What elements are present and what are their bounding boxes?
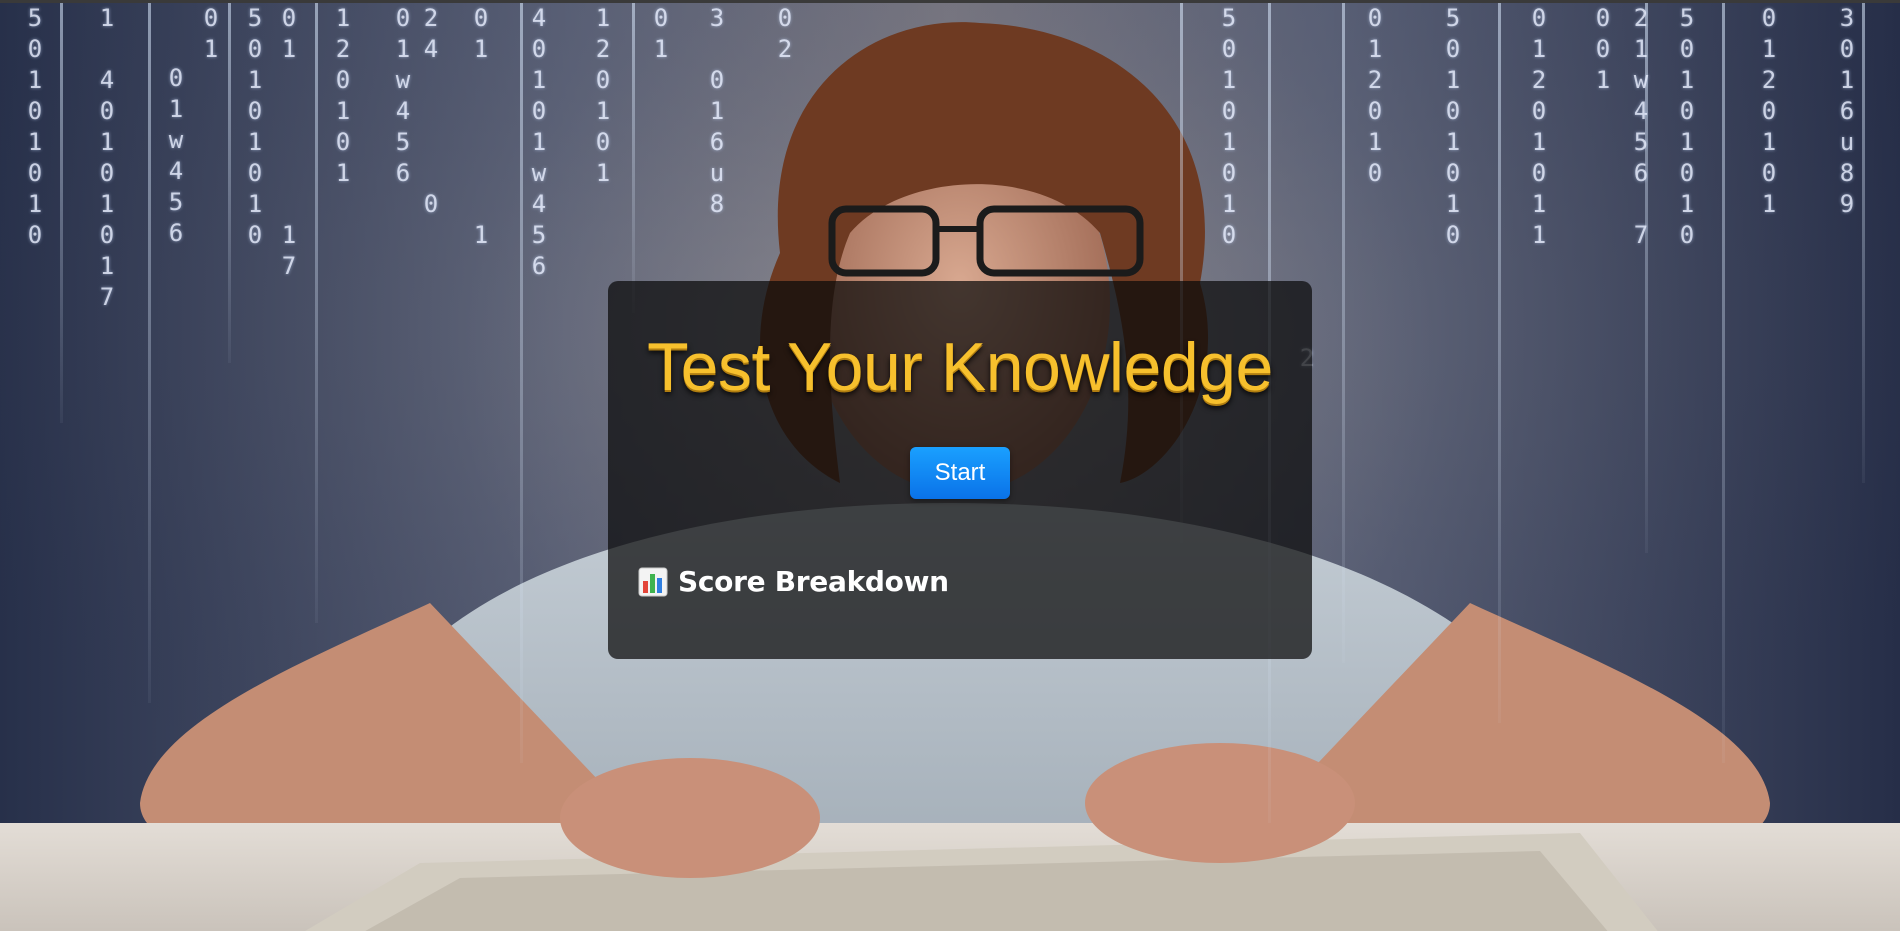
matrix-digits: 1 4 0 1 0 1 0 1 7 xyxy=(99,4,115,311)
matrix-digits: 0 1 2 0 1 0 1 1 xyxy=(1531,4,1547,249)
start-button[interactable]: Start xyxy=(910,447,1010,499)
matrix-digits: 1 2 0 1 0 1 xyxy=(335,4,351,187)
rain-streak xyxy=(520,3,523,763)
matrix-digits: 2 4 0 xyxy=(423,4,439,218)
matrix-digits: 0 0 1 xyxy=(1595,4,1611,94)
page: 5 0 1 0 1 0 1 0 1 4 0 1 0 1 0 1 7 0 1 w … xyxy=(0,0,1900,931)
matrix-digits: 5 0 1 0 1 0 1 0 xyxy=(27,4,43,249)
rain-streak xyxy=(1498,3,1501,723)
matrix-digits: 0 1 2 0 1 0 1 xyxy=(1761,4,1777,218)
matrix-digits: 5 0 1 0 1 0 1 0 xyxy=(1221,4,1237,249)
matrix-digits: 0 1 xyxy=(203,4,219,63)
rain-streak xyxy=(1722,3,1725,763)
rain-streak xyxy=(148,3,151,703)
matrix-digits: 3 0 1 6 u 8 9 xyxy=(1839,4,1855,218)
rain-streak xyxy=(315,3,318,623)
score-breakdown-label: Score Breakdown xyxy=(678,565,949,598)
matrix-digits: 5 0 1 0 1 0 1 0 xyxy=(1679,4,1695,249)
matrix-digits: 2 1 w 4 5 6 7 xyxy=(1633,4,1649,249)
matrix-digits: 0 1 w 4 5 6 xyxy=(395,4,411,187)
matrix-digits: 5 0 1 0 1 0 1 0 xyxy=(247,4,263,249)
matrix-digits: 0 1 2 0 1 0 xyxy=(1367,4,1383,187)
page-title: Test Your Knowledge xyxy=(647,329,1273,405)
matrix-digits: 0 1 1 7 xyxy=(281,4,297,280)
matrix-digits: 0 2 xyxy=(777,4,793,63)
matrix-digits: 0 1 1 xyxy=(473,4,489,249)
matrix-digits: 0 1 w 4 5 6 xyxy=(168,64,184,247)
matrix-digits: 5 0 1 0 1 0 1 0 xyxy=(1445,4,1461,249)
quiz-card: Test Your Knowledge Start Score Breakdow… xyxy=(608,281,1312,659)
score-breakdown-heading: Score Breakdown xyxy=(638,565,949,598)
matrix-digits: 4 0 1 0 1 w 4 5 6 xyxy=(531,4,547,280)
matrix-digits: 0 1 xyxy=(653,4,669,63)
rain-streak xyxy=(1862,3,1865,483)
matrix-digits: 1 2 0 1 0 1 xyxy=(595,4,611,187)
rain-streak xyxy=(228,3,231,363)
rain-streak xyxy=(60,3,63,423)
matrix-digits: 3 0 1 6 u 8 xyxy=(709,4,725,218)
rain-streak xyxy=(1342,3,1345,663)
bar-chart-icon xyxy=(638,567,668,597)
rain-streak xyxy=(632,3,635,313)
